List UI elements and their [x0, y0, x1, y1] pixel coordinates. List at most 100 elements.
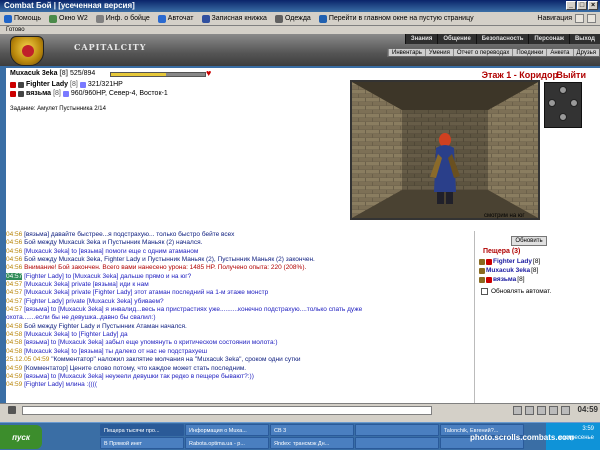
- chat-message: 04:58 [Muxacuk 3eka] to [Fighter Lady] д…: [6, 331, 474, 339]
- chat-text: [вязьма] давайте быстрее...я подстрахую.…: [24, 231, 235, 238]
- toolbar-blank-page[interactable]: Перейти в главном окне на пустую страниц…: [318, 14, 474, 23]
- toolbar-fighter-info[interactable]: Инф. о бойце: [95, 14, 150, 23]
- taskbar-task-button[interactable]: В Прямой инет: [100, 437, 184, 449]
- chat-timestamp[interactable]: 04:57: [6, 281, 22, 288]
- toolbar-window-label: Окно W2: [59, 15, 88, 22]
- chat-message: 04:59 [Fighter Lady] млина :((((: [6, 381, 474, 389]
- chat-timestamp[interactable]: 04:56: [6, 264, 22, 271]
- cave-member-name[interactable]: вязьма: [493, 276, 516, 283]
- ally-name-1[interactable]: Fighter Lady: [26, 81, 68, 88]
- start-button[interactable]: пуск: [0, 425, 42, 449]
- clan-emblem-icon: [10, 81, 16, 88]
- chat-log[interactable]: 04:56 [вязьма] давайте быстрее...я подст…: [6, 231, 474, 403]
- chat-timestamp[interactable]: 04:56: [6, 231, 22, 238]
- chat-text: [Muxacuk 3eka] private [вязьма] иди к на…: [24, 281, 149, 289]
- taskbar-task-button[interactable]: [355, 424, 439, 436]
- chat-timestamp[interactable]: 04:59: [6, 373, 22, 380]
- chat-input-bar: 04:59: [0, 403, 600, 416]
- cave-member-row[interactable]: Fighter Lady [8]: [479, 258, 540, 265]
- window-titlebar: Combat Бой | [усеченная версия] _ □ ×: [0, 0, 600, 12]
- menu-security[interactable]: Безопасность: [475, 34, 529, 44]
- cave-member-name[interactable]: Fighter Lady: [493, 258, 532, 265]
- chat-mode-icon[interactable]: [8, 406, 16, 414]
- page-icon: [318, 14, 327, 23]
- chat-timestamp[interactable]: 04:57: [6, 298, 22, 305]
- chat-timestamp[interactable]: 04:59: [6, 381, 22, 388]
- ally-name-2[interactable]: вязьма: [26, 90, 51, 97]
- submenu-profile[interactable]: Анкета: [546, 49, 572, 56]
- chat-timestamp[interactable]: 04:59: [6, 365, 22, 372]
- auto-refresh-checkbox[interactable]: [481, 288, 488, 295]
- menu-communication[interactable]: Общение: [437, 34, 475, 44]
- turn-left-button[interactable]: [548, 99, 556, 107]
- chat-timestamp[interactable]: 04:58: [6, 348, 22, 355]
- player-name[interactable]: Muxacuk 3eka: [10, 70, 57, 77]
- smiles-button[interactable]: [513, 405, 522, 415]
- chat-timestamp[interactable]: 04:58: [6, 339, 22, 346]
- chat-tools: [513, 405, 570, 415]
- chat-message: 04:57 [Muxacuk 3eka] private [Fighter La…: [6, 289, 474, 297]
- info-icon[interactable]: [79, 81, 86, 88]
- ally-level-1: [8]: [70, 81, 78, 88]
- menu-knowledge[interactable]: Знания: [404, 34, 438, 44]
- minimize-button[interactable]: _: [566, 1, 576, 10]
- taskbar-task-button[interactable]: Информация о Muxa...: [185, 424, 269, 436]
- submenu-transfers[interactable]: Отчет о переводах: [452, 49, 513, 56]
- close-button[interactable]: ×: [588, 1, 598, 10]
- menu-exit[interactable]: Выход: [568, 34, 600, 44]
- cave-member-name[interactable]: Muxacuk 3eka: [486, 267, 530, 274]
- chat-text: [Fighter Lady] private [Muxacuk 3eka] уб…: [24, 297, 164, 305]
- chat-message: 04:57 [Fighter Lady] private [Muxacuk 3e…: [6, 298, 474, 306]
- toolbar-autochat[interactable]: Авточат: [157, 14, 194, 23]
- chat-input[interactable]: [22, 405, 432, 415]
- refresh-button[interactable]: Обновить: [511, 236, 547, 246]
- toolbar-clothes[interactable]: Одежда: [274, 14, 311, 23]
- chat-timestamp[interactable]: 04:57: [6, 289, 22, 296]
- info-icon[interactable]: [62, 90, 69, 97]
- nav-back-button[interactable]: [575, 14, 584, 23]
- submenu-skills[interactable]: Умения: [424, 49, 453, 56]
- player-hp: 525/894: [69, 70, 96, 77]
- watermark: photo.scrolls.combats.com: [470, 433, 575, 442]
- auto-refresh-option[interactable]: Обновлять автомат.: [481, 288, 551, 295]
- cave-member-row[interactable]: вязьма [8]: [479, 276, 525, 283]
- chat-timestamp[interactable]: 04:56: [6, 256, 22, 263]
- chat-timestamp[interactable]: 04:56: [6, 248, 22, 255]
- toolbar-window[interactable]: Окно W2: [49, 14, 88, 23]
- dungeon-view[interactable]: [350, 80, 540, 220]
- chat-timestamp[interactable]: 04:58: [6, 323, 22, 330]
- move-back-button[interactable]: [559, 113, 567, 121]
- chat-timestamp[interactable]: 04:57: [6, 306, 22, 313]
- window-controls: _ □ ×: [566, 1, 598, 10]
- cave-member-row[interactable]: Muxacuk 3eka [8]: [479, 267, 538, 274]
- sound-button[interactable]: [561, 405, 570, 415]
- taskbar-task-button[interactable]: СВ 3: [270, 424, 354, 436]
- toolbar-help[interactable]: Помощь: [4, 14, 41, 23]
- turn-right-button[interactable]: [570, 99, 578, 107]
- toolbar-notebook[interactable]: Записная книжка: [201, 14, 267, 23]
- ally-level-2: [8]: [53, 90, 61, 97]
- taskbar-task-button[interactable]: Яndex: трансмэк Дн...: [270, 437, 354, 449]
- nav-forward-button[interactable]: [587, 14, 596, 23]
- filter-button[interactable]: [549, 405, 558, 415]
- ally-line-1: Fighter Lady [8] 321/321HP: [10, 81, 123, 88]
- menu-character[interactable]: Персонаж: [528, 34, 569, 44]
- exit-link[interactable]: Выйти: [556, 70, 586, 80]
- taskbar-task-button[interactable]: Пещера тысячи про...: [100, 424, 184, 436]
- clear-button[interactable]: [537, 405, 546, 415]
- clan-emblem-icon: [479, 258, 485, 265]
- taskbar-task-button[interactable]: [355, 437, 439, 449]
- chat-timestamp[interactable]: 04:57: [6, 272, 23, 280]
- chat-text: [вязьма] to [Muxacuk 3eka] я инвалид...в…: [24, 306, 363, 314]
- submenu-friends[interactable]: Друзья: [572, 49, 599, 56]
- move-forward-button[interactable]: [559, 86, 567, 94]
- submenu-duels[interactable]: Поединки: [512, 49, 546, 56]
- chat-timestamp[interactable]: 25.12.05 04:59: [6, 356, 49, 363]
- translit-button[interactable]: [525, 405, 534, 415]
- chat-timestamp[interactable]: 04:56: [6, 239, 22, 246]
- chat-timestamp[interactable]: 04:58: [6, 331, 22, 338]
- taskbar-task-button[interactable]: Rabota.optima.ua - р...: [185, 437, 269, 449]
- taskbar-tasks: Пещера тысячи про... Информация о Muxa...…: [100, 424, 524, 449]
- maximize-button[interactable]: □: [577, 1, 587, 10]
- submenu-inventory[interactable]: Инвентарь: [388, 49, 425, 56]
